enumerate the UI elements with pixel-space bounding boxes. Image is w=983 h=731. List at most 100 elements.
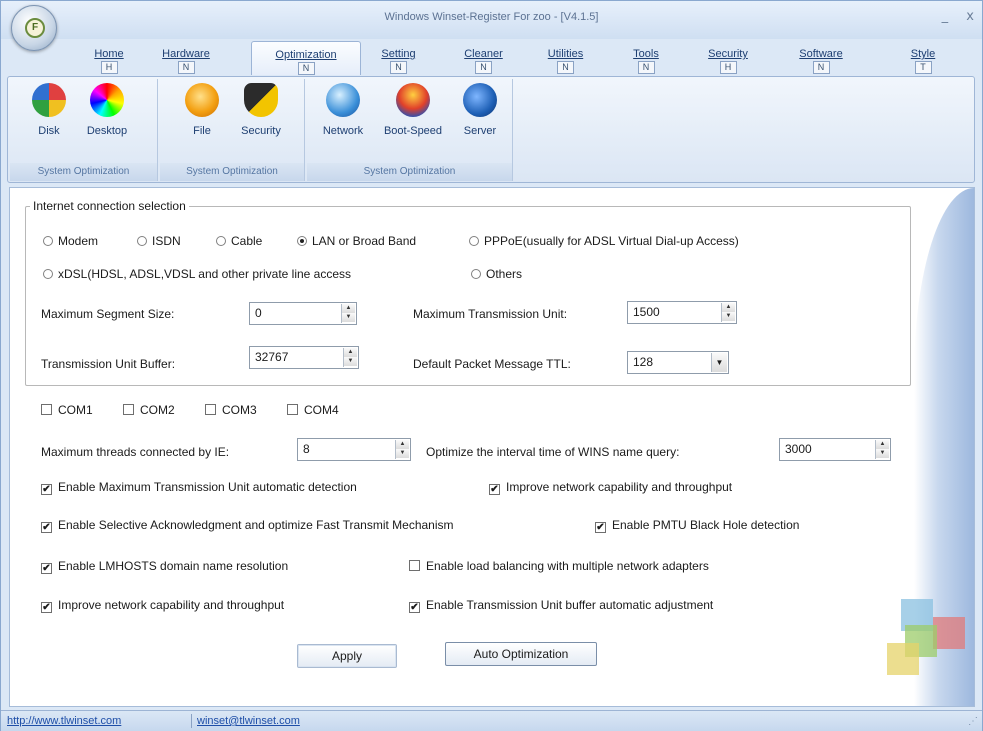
checkbox-box: ✔	[409, 602, 420, 613]
apply-button[interactable]: Apply	[297, 644, 397, 668]
tab-hardware[interactable]: Hardware N	[151, 41, 221, 75]
tab-tools[interactable]: Tools N	[621, 41, 671, 75]
chevron-down-icon[interactable]: ▼	[711, 353, 727, 372]
radio-circle	[137, 236, 147, 246]
checkbox-box	[409, 560, 420, 571]
spin-up-icon[interactable]: ▲	[344, 348, 357, 357]
spin-up-icon[interactable]: ▲	[396, 440, 409, 449]
status-separator	[191, 714, 192, 728]
radio-label: Modem	[58, 234, 99, 248]
com4-checkbox[interactable]: COM4	[287, 403, 339, 417]
tab-cleaner[interactable]: Cleaner N	[456, 41, 511, 75]
email-link[interactable]: winset@tlwinset.com	[197, 715, 300, 727]
checkbox-box: ✔	[595, 522, 606, 533]
tab-label: Tools	[633, 48, 659, 60]
tab-optimization[interactable]: Optimization N	[251, 41, 361, 75]
checkbox-box: ✔	[41, 522, 52, 533]
com2-checkbox[interactable]: COM2	[123, 403, 175, 417]
disk-label: Disk	[38, 125, 60, 137]
security-icon	[244, 83, 278, 117]
file-button[interactable]: File	[177, 83, 227, 137]
spin-arrows[interactable]: ▲ ▼	[395, 440, 409, 459]
mss-stepper[interactable]: 0 ▲ ▼	[249, 302, 357, 325]
com1-checkbox[interactable]: COM1	[41, 403, 93, 417]
desktop-button[interactable]: Desktop	[82, 83, 132, 137]
tab-security[interactable]: Security H	[698, 41, 758, 75]
tab-style[interactable]: Style T	[903, 41, 943, 75]
checkbox-label: Enable Transmission Unit buffer automati…	[426, 598, 714, 612]
spin-arrows[interactable]: ▲ ▼	[341, 304, 355, 323]
radio-xdsl[interactable]: xDSL(HDSL, ADSL,VDSL and other private l…	[43, 267, 351, 281]
network-label: Network	[322, 125, 364, 137]
option-buffer-auto-adjust[interactable]: ✔ Enable Transmission Unit buffer automat…	[409, 598, 713, 613]
radio-others[interactable]: Others	[471, 267, 522, 281]
radio-pppoe[interactable]: PPPoE(usually for ADSL Virtual Dial-up A…	[469, 234, 739, 248]
tab-label: Cleaner	[464, 48, 503, 60]
radio-lan-broadband[interactable]: LAN or Broad Band	[297, 234, 416, 248]
spin-up-icon[interactable]: ▲	[342, 304, 355, 313]
tab-home[interactable]: Home H	[79, 41, 139, 75]
tab-software[interactable]: Software N	[786, 41, 856, 75]
spin-down-icon[interactable]: ▼	[876, 449, 889, 458]
minimize-button[interactable]: _	[942, 9, 949, 24]
auto-optimization-button[interactable]: Auto Optimization	[445, 642, 597, 666]
spin-up-icon[interactable]: ▲	[876, 440, 889, 449]
website-link[interactable]: http://www.tlwinset.com	[7, 715, 121, 727]
radio-modem[interactable]: Modem	[43, 234, 98, 248]
option-selective-ack[interactable]: ✔ Enable Selective Acknowledgment and opt…	[41, 518, 454, 533]
radio-cable[interactable]: Cable	[216, 234, 262, 248]
disk-button[interactable]: Disk	[24, 83, 74, 137]
resize-grip-icon[interactable]: ⋰	[968, 716, 978, 727]
security-label: Security	[241, 125, 281, 137]
tub-value: 32767	[255, 350, 289, 364]
radio-isdn[interactable]: ISDN	[137, 234, 181, 248]
app-menu-orb[interactable]: F	[11, 5, 57, 51]
tab-setting[interactable]: Setting N	[371, 41, 426, 75]
spin-arrows[interactable]: ▲ ▼	[875, 440, 889, 459]
network-button[interactable]: Network	[315, 83, 371, 137]
ribbon-panel: Disk Desktop System Optimization File Se…	[7, 76, 975, 183]
com3-checkbox[interactable]: COM3	[205, 403, 257, 417]
wins-stepper[interactable]: 3000 ▲ ▼	[779, 438, 891, 461]
spin-down-icon[interactable]: ▼	[344, 357, 357, 366]
boot-speed-button[interactable]: Boot-Speed	[373, 83, 453, 137]
ribbon-group-2: File Security System Optimization	[160, 79, 305, 181]
tub-stepper[interactable]: 32767 ▲ ▼	[249, 346, 359, 369]
checkbox-box: ✔	[41, 563, 52, 574]
threads-value: 8	[303, 442, 310, 456]
spin-down-icon[interactable]: ▼	[722, 312, 735, 321]
radio-label: Others	[486, 267, 523, 281]
spin-arrows[interactable]: ▲ ▼	[343, 348, 357, 367]
server-button[interactable]: Server	[455, 83, 505, 137]
radio-circle	[469, 236, 479, 246]
radio-circle	[216, 236, 226, 246]
close-button[interactable]: x	[966, 9, 974, 24]
keytip: N	[637, 61, 655, 74]
spin-down-icon[interactable]: ▼	[396, 449, 409, 458]
checkbox-box	[41, 404, 52, 415]
tab-label: Security	[708, 48, 748, 60]
server-icon	[463, 83, 497, 117]
spin-up-icon[interactable]: ▲	[722, 303, 735, 312]
boot-speed-icon	[396, 83, 430, 117]
checkbox-box	[123, 404, 134, 415]
spin-arrows[interactable]: ▲ ▼	[721, 303, 735, 322]
tab-utilities[interactable]: Utilities N	[538, 41, 593, 75]
option-mtu-auto-detect[interactable]: ✔ Enable Maximum Transmission Unit automa…	[41, 480, 357, 495]
keytip: H	[100, 61, 118, 74]
checkbox-label: Enable PMTU Black Hole detection	[612, 518, 800, 532]
security-button[interactable]: Security	[236, 83, 286, 137]
option-improve-network-2[interactable]: ✔ Improve network capability and throughp…	[41, 598, 284, 613]
option-load-balancing[interactable]: Enable load balancing with multiple netw…	[409, 559, 709, 573]
spin-down-icon[interactable]: ▼	[342, 313, 355, 322]
radio-label: ISDN	[152, 234, 181, 248]
checkbox-label: Enable load balancing with multiple netw…	[426, 559, 709, 573]
mtu-stepper[interactable]: 1500 ▲ ▼	[627, 301, 737, 324]
radio-label: xDSL(HDSL, ADSL,VDSL and other private l…	[58, 267, 352, 281]
option-lmhosts[interactable]: ✔ Enable LMHOSTS domain name resolution	[41, 559, 288, 574]
threads-stepper[interactable]: 8 ▲ ▼	[297, 438, 411, 461]
mtu-label: Maximum Transmission Unit:	[413, 307, 568, 321]
ttl-dropdown[interactable]: 128 ▼	[627, 351, 729, 374]
option-pmtu-black-hole[interactable]: ✔ Enable PMTU Black Hole detection	[595, 518, 799, 533]
option-improve-network[interactable]: ✔ Improve network capability and throughp…	[489, 480, 732, 495]
